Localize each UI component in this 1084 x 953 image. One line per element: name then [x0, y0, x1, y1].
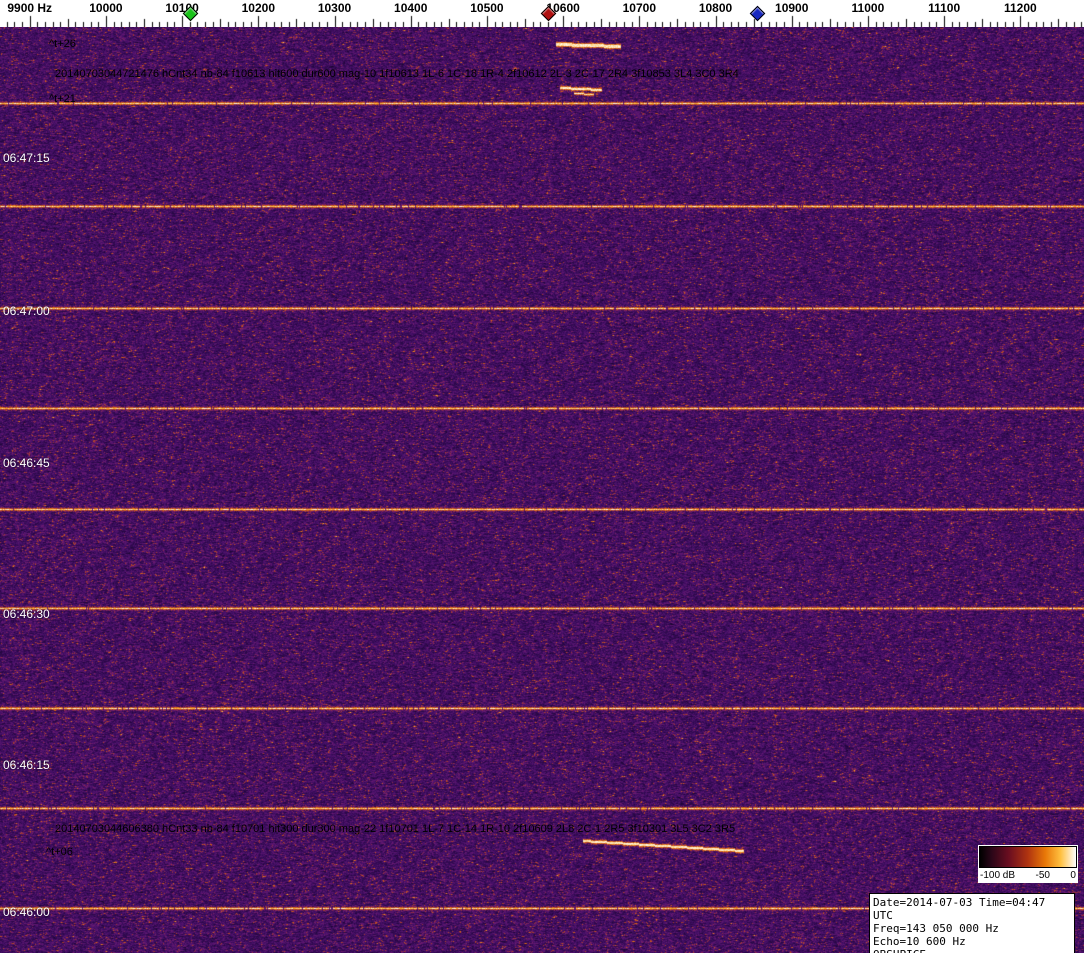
info-date-time: Date=2014-07-03 Time=04:47 UTC — [873, 896, 1071, 922]
info-echo-frequency: Echo=10 600 Hz — [873, 935, 1071, 948]
time-offset-label: ^t+06 — [46, 846, 73, 858]
colorbar-mid-label: -50 — [1036, 870, 1050, 881]
time-axis-label: 06:47:00 — [3, 304, 50, 318]
time-axis-label: 06:46:30 — [3, 607, 50, 621]
spectrogram-overlay: -100 dB -50 0 Date=2014-07-03 Time=04:47… — [0, 0, 1084, 953]
colorbar-max-label: 0 — [1070, 870, 1076, 881]
time-offset-label: ^t+21 — [49, 93, 76, 105]
time-axis-label: 06:47:15 — [3, 151, 50, 165]
info-station-name: OBSUPICE — [873, 948, 1071, 953]
time-axis-label: 06:46:15 — [3, 758, 50, 772]
detection-annotation: 20140703044606380 hCnt33 nb-84 f10701 hi… — [55, 823, 735, 835]
station-info-box: Date=2014-07-03 Time=04:47 UTC Freq=143 … — [869, 893, 1075, 953]
spectrogram-app-window: 9900 Hz 10000 10100 10200 10300 10400 10500 106… — [0, 0, 1084, 953]
time-axis-label: 06:46:45 — [3, 456, 50, 470]
colorbar-min-label: -100 dB — [980, 870, 1015, 881]
intensity-colorbar: -100 dB -50 0 — [978, 845, 1078, 883]
colorbar-labels: -100 dB -50 0 — [979, 868, 1077, 882]
detection-annotation: 20140703044721476 hCnt34 nb-84 f10613 hi… — [55, 68, 739, 80]
time-axis-label: 06:46:00 — [3, 905, 50, 919]
colorbar-gradient — [979, 846, 1077, 868]
time-offset-label: ^t+26 — [49, 38, 76, 50]
info-frequency: Freq=143 050 000 Hz — [873, 922, 1071, 935]
